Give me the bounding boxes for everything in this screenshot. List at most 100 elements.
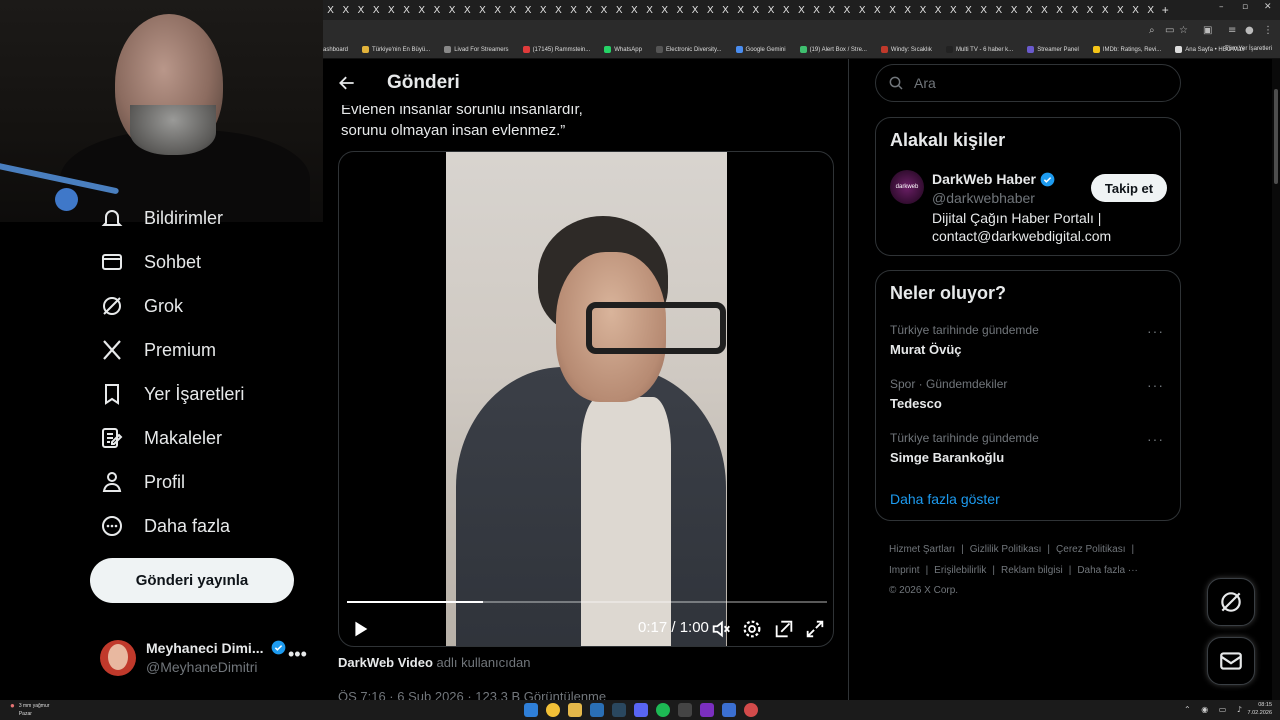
- tab-close-icon[interactable]: X: [323, 5, 338, 16]
- trend-item[interactable]: Türkiye tarihinde gündemde Simge Barankoğ…: [890, 431, 1170, 471]
- tab-close-icon[interactable]: X: [946, 5, 961, 16]
- tab-close-icon[interactable]: X: [915, 5, 930, 16]
- tab-close-icon[interactable]: X: [672, 5, 687, 16]
- back-arrow-icon[interactable]: [337, 73, 357, 93]
- tab-close-icon[interactable]: X: [1082, 5, 1097, 16]
- extension-icon[interactable]: ▣: [1203, 25, 1212, 36]
- bookmark-item[interactable]: Livad For Streamers: [444, 46, 509, 53]
- tab-close-icon[interactable]: X: [1113, 5, 1128, 16]
- steam-icon[interactable]: [612, 703, 626, 717]
- tab-close-icon[interactable]: X: [885, 5, 900, 16]
- trend-item[interactable]: Türkiye tarihinde gündemde Murat Övüç ···: [890, 323, 1170, 363]
- tab-close-icon[interactable]: X: [839, 5, 854, 16]
- tab-close-icon[interactable]: X: [581, 5, 596, 16]
- tab-close-icon[interactable]: X: [1022, 5, 1037, 16]
- account-switcher[interactable]: Meyhaneci Dimi... @MeyhaneDimitri •••: [100, 636, 314, 682]
- tab-close-icon[interactable]: X: [429, 5, 444, 16]
- tab-close-icon[interactable]: X: [445, 5, 460, 16]
- bookmark-item[interactable]: (19) Alert Box / Stre...: [799, 46, 867, 53]
- tab-close-icon[interactable]: X: [536, 5, 551, 16]
- messages-fab-button[interactable]: [1207, 637, 1255, 685]
- footer-link[interactable]: Erişilebilirlik: [934, 565, 986, 576]
- bookmark-item[interactable]: Windy: Sıcaklık: [880, 46, 932, 53]
- profile-icon[interactable]: ●: [1245, 25, 1254, 36]
- sidebar-item-5[interactable]: Makaleler: [100, 426, 222, 450]
- bookmark-item[interactable]: ashboard: [323, 47, 348, 53]
- trend-more-icon[interactable]: ···: [1147, 323, 1164, 339]
- search-box[interactable]: [875, 64, 1181, 102]
- bookmark-item[interactable]: Google Gemini: [735, 46, 786, 53]
- tab-close-icon[interactable]: X: [596, 5, 611, 16]
- video-progress-bar[interactable]: [347, 601, 827, 603]
- show-more-link[interactable]: Daha fazla göster: [890, 491, 1000, 507]
- trend-more-icon[interactable]: ···: [1147, 377, 1164, 393]
- cast-icon[interactable]: ▭: [1165, 25, 1174, 36]
- footer-link[interactable]: Çerez Politikası: [1056, 544, 1125, 555]
- play-icon[interactable]: [349, 618, 371, 640]
- tab-close-icon[interactable]: X: [703, 5, 718, 16]
- tab-close-icon[interactable]: X: [384, 5, 399, 16]
- tab-close-icon[interactable]: X: [870, 5, 885, 16]
- footer-link[interactable]: Hizmet Şartları: [889, 544, 955, 555]
- settings-gear-icon[interactable]: [741, 618, 763, 640]
- system-tray[interactable]: ⌃ ◉ ▭ ♪: [1184, 705, 1246, 714]
- tab-close-icon[interactable]: X: [338, 5, 353, 16]
- bookmark-star-icon[interactable]: ☆: [1179, 25, 1188, 36]
- bookmark-item[interactable]: IMDb: Ratings, Revi...: [1092, 46, 1161, 53]
- new-tab-icon[interactable]: +: [1158, 3, 1172, 17]
- video-player[interactable]: 0:17 / 1:00: [338, 151, 834, 647]
- tab-close-icon[interactable]: X: [976, 5, 991, 16]
- tab-close-icon[interactable]: X: [763, 5, 778, 16]
- bookmark-item[interactable]: Multi TV - 6 haber k...: [945, 46, 1013, 53]
- sidebar-item-0[interactable]: Bildirimler: [100, 206, 223, 230]
- sidebar-item-2[interactable]: Grok: [100, 294, 183, 318]
- related-account-name[interactable]: DarkWeb Haber: [932, 171, 1055, 187]
- video-frame[interactable]: [446, 152, 727, 646]
- menu-icon[interactable]: ≡: [1228, 25, 1236, 36]
- follow-button[interactable]: Takip et: [1091, 174, 1167, 202]
- tab-close-icon[interactable]: X: [399, 5, 414, 16]
- tab-close-icon[interactable]: X: [566, 5, 581, 16]
- trend-more-icon[interactable]: ···: [1147, 431, 1164, 447]
- page-scrollbar[interactable]: [1272, 59, 1280, 700]
- sidebar-item-4[interactable]: Yer İşaretleri: [100, 382, 244, 406]
- volume-muted-icon[interactable]: [710, 618, 732, 640]
- tab-close-icon[interactable]: X: [612, 5, 627, 16]
- tab-close-icon[interactable]: X: [490, 5, 505, 16]
- tab-close-icon[interactable]: X: [779, 5, 794, 16]
- footer-link[interactable]: Imprint: [889, 565, 920, 576]
- edge-icon[interactable]: [590, 703, 604, 717]
- tab-close-icon[interactable]: X: [1098, 5, 1113, 16]
- tab-close-icon[interactable]: X: [900, 5, 915, 16]
- file-explorer-icon[interactable]: [568, 703, 582, 717]
- sidebar-item-3[interactable]: Premium: [100, 338, 216, 362]
- sidebar-item-7[interactable]: Daha fazla: [100, 514, 230, 538]
- tab-close-icon[interactable]: X: [627, 5, 642, 16]
- bookmark-item[interactable]: (17145) Rammstein...: [522, 46, 590, 53]
- related-account-avatar[interactable]: darkweb: [890, 170, 924, 204]
- start-icon[interactable]: [524, 703, 538, 717]
- maximize-icon[interactable]: ▫: [1242, 2, 1248, 12]
- clock[interactable]: 08:15 7.02.2026: [1248, 702, 1272, 717]
- all-bookmarks-folder[interactable]: Tüm Yer İşaretleri: [1225, 46, 1272, 52]
- scrollbar-thumb[interactable]: [1274, 89, 1278, 184]
- tab-close-icon[interactable]: X: [353, 5, 368, 16]
- weather-widget[interactable]: ● 3 mm yağmur Pazar: [10, 700, 49, 718]
- tab-close-icon[interactable]: X: [718, 5, 733, 16]
- app-icon[interactable]: [678, 703, 692, 717]
- bookmark-item[interactable]: WhatsApp: [604, 46, 642, 53]
- tab-close-icon[interactable]: X: [505, 5, 520, 16]
- tab-close-icon[interactable]: X: [824, 5, 839, 16]
- tab-close-icon[interactable]: X: [520, 5, 535, 16]
- bookmark-item[interactable]: Türkiye'nin En Büyü...: [362, 46, 430, 53]
- tab-close-icon[interactable]: X: [1052, 5, 1067, 16]
- tab-close-icon[interactable]: X: [931, 5, 946, 16]
- bookmark-item[interactable]: Electronic Diversity...: [655, 46, 722, 53]
- tab-close-icon[interactable]: X: [1128, 5, 1143, 16]
- post-button[interactable]: Gönderi yayınla: [90, 558, 294, 603]
- grok-fab-button[interactable]: [1207, 578, 1255, 626]
- zoom-icon[interactable]: ⌕: [1149, 25, 1155, 36]
- app-icon-2[interactable]: [722, 703, 736, 717]
- app-icon-3[interactable]: [744, 703, 758, 717]
- tab-close-icon[interactable]: X: [855, 5, 870, 16]
